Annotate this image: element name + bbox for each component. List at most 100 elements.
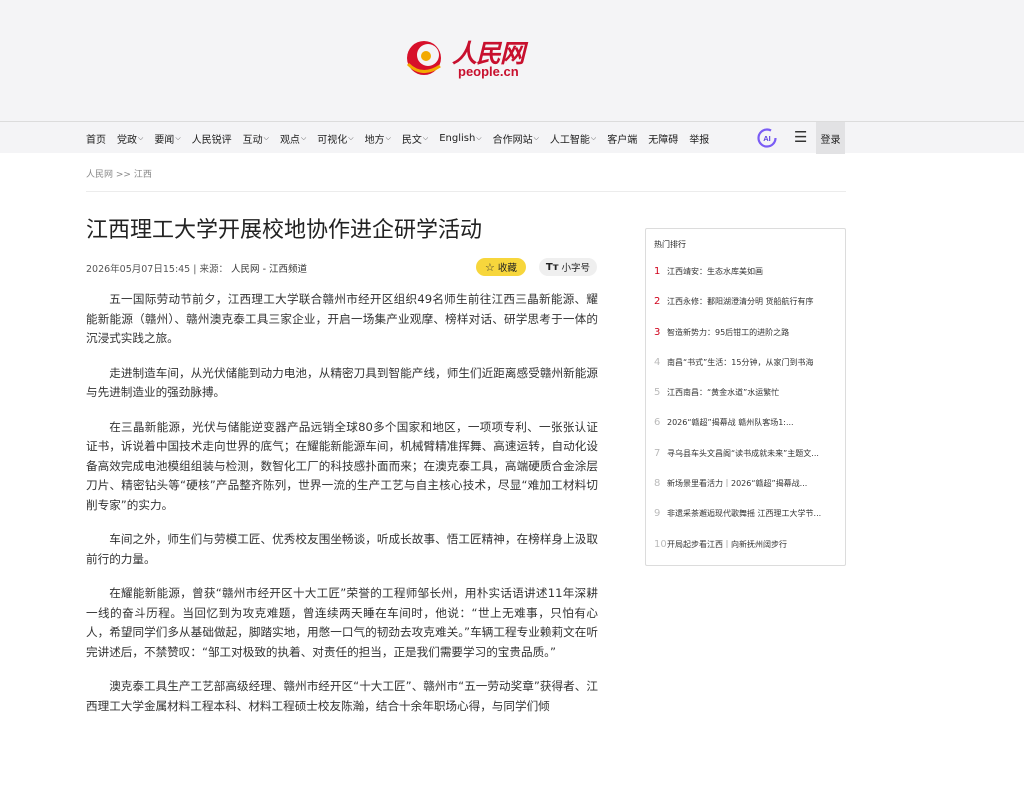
nav-item[interactable]: 互动 ⌵ xyxy=(243,131,269,146)
main-nav: 首页 党政 ⌵ 要闻 ⌵ 人民锐评 互动 ⌵ 观点 ⌵ 可视化 ⌵ 地方 ⌵ 民文 ⌵ English ⌵ 合作网站… xyxy=(0,121,1024,154)
article-datetime: 2026年05月07日15:45 xyxy=(86,264,191,275)
article-paragraph: 五一国际劳动节前夕，江西理工大学联合赣州市经开区组织49名师生前往江西三晶新能源… xyxy=(86,292,598,345)
meta-separator: | xyxy=(193,264,197,275)
rank-item-title: 2026“赣超”揭幕战 赣州队客场1:... xyxy=(667,418,794,428)
rank-number: 5 xyxy=(654,387,661,399)
hot-ranking-panel: 热门排行 1 江西靖安：生态水库美如画 2 江西永修：鄱阳湖澄清分明 货船航行有序 3 智… xyxy=(645,228,846,566)
nav-item-label: 互动 xyxy=(242,134,263,146)
article-paragraph: 走进制造车间，从光伏储能到动力电池，从精密刀具到智能产线，师生们近距离感受赣州新… xyxy=(86,365,598,400)
nav-item-label: 无障碍 xyxy=(648,134,679,146)
article-paragraph: 澳克泰工具生产工艺部高级经理、赣州市经开区“十大工匠”、赣州市“五一劳动奖章”获… xyxy=(86,679,598,713)
nav-item[interactable]: 人工智能 ⌵ xyxy=(550,131,596,146)
hot-ranking-item[interactable]: 1 江西靖安：生态水库美如画 xyxy=(654,266,842,296)
ai-icon: AI xyxy=(757,128,777,148)
rank-number: 8 xyxy=(654,478,661,490)
font-size-button[interactable]: Tт 小字号 xyxy=(539,258,597,276)
favorite-button[interactable]: ☆ 收藏 xyxy=(476,258,526,276)
rank-item-title: 南昌“书式”生活：15分钟，从家门到书海 xyxy=(667,357,814,367)
chevron-down-icon: ⌵ xyxy=(175,133,181,142)
logo-english-text: people.cn xyxy=(458,64,519,79)
hot-ranking-item[interactable]: 4 南昌“书式”生活：15分钟，从家门到书海 xyxy=(654,357,842,387)
nav-item[interactable]: 首页 xyxy=(86,131,106,146)
article-paragraph: 车间之外，师生们与劳模工匠、优秀校友围坐畅谈，听成长故事、悟工匠精神，在榜样身上… xyxy=(86,532,598,566)
nav-item[interactable]: 可视化 ⌵ xyxy=(317,131,353,146)
hot-ranking-item[interactable]: 10 开局起步看江西｜向新抚州阔步行 xyxy=(654,539,842,569)
nav-item-label: 人工智能 xyxy=(549,134,590,146)
hot-ranking-item[interactable]: 8 新场景里看活力｜2026“赣超”揭幕战... xyxy=(654,478,842,508)
article-meta: 2026年05月07日15:45 | 来源： 人民网 - 江西频道 xyxy=(86,261,307,275)
chevron-down-icon: ⌵ xyxy=(385,133,391,142)
hot-ranking-item[interactable]: 2 江西永修：鄱阳湖澄清分明 货船航行有序 xyxy=(654,296,842,326)
nav-item[interactable]: 客户端 xyxy=(607,131,637,146)
nav-item-label: 合作网站 xyxy=(492,134,533,146)
rank-number: 4 xyxy=(654,356,661,368)
hot-ranking-item[interactable]: 6 2026“赣超”揭幕战 赣州队客场1:... xyxy=(654,417,842,447)
article-paragraph: 在三晶新能源，光伏与储能逆变器产品远销全球80多个国家和地区，一项项专利、一张张… xyxy=(86,419,598,512)
breadcrumb: 人民网 >> 江西 xyxy=(86,167,152,180)
nav-items: 首页 党政 ⌵ 要闻 ⌵ 人民锐评 互动 ⌵ 观点 ⌵ 可视化 ⌵ 地方 ⌵ 民文 ⌵ English ⌵ 合作网站… xyxy=(86,122,720,154)
breadcrumb-divider xyxy=(86,191,846,192)
nav-item[interactable]: 举报 xyxy=(689,131,709,146)
article-body: 五一国际劳动节前夕，江西理工大学联合赣州市经开区组织49名师生前往江西三晶新能源… xyxy=(86,290,598,731)
rank-item-title: 寻乌县车头文昌阁“读书成就未来”主题文... xyxy=(667,448,819,458)
rank-number: 9 xyxy=(654,508,661,520)
article-paragraph: 在耀能新能源，曾获“赣州市经开区十大工匠”荣誉的工程师邹长州，用朴实话语讲述11… xyxy=(86,586,598,659)
nav-item[interactable]: 党政 ⌵ xyxy=(117,131,143,146)
breadcrumb-separator: >> xyxy=(115,170,131,180)
rank-item-title: 江西靖安：生态水库美如画 xyxy=(667,267,763,276)
nav-item[interactable]: 观点 ⌵ xyxy=(280,131,306,146)
rank-item-title: 江西永修：鄱阳湖澄清分明 货船航行有序 xyxy=(667,297,814,307)
nav-item-label: 地方 xyxy=(364,134,385,146)
hot-ranking-item[interactable]: 7 寻乌县车头文昌阁“读书成就未来”主题文... xyxy=(654,448,842,478)
svg-text:AI: AI xyxy=(763,134,771,143)
ai-assistant-button[interactable]: AI xyxy=(756,127,778,149)
people-logo-icon xyxy=(406,41,441,75)
nav-item-label: English xyxy=(439,132,476,144)
chevron-down-icon: ⌵ xyxy=(263,133,269,142)
rank-number: 2 xyxy=(654,296,661,308)
font-size-icon: Tт xyxy=(545,261,559,273)
nav-item[interactable]: 地方 ⌵ xyxy=(365,131,391,146)
rank-number: 3 xyxy=(654,326,661,338)
hot-ranking-item[interactable]: 5 江西南昌：“黄金水道”水运繁忙 xyxy=(654,387,842,417)
login-button[interactable]: 登录 xyxy=(816,122,845,154)
rank-item-title: 新场景里看活力｜2026“赣超”揭幕战... xyxy=(667,479,808,489)
rank-number: 7 xyxy=(654,447,661,459)
nav-item[interactable]: English ⌵ xyxy=(439,133,481,144)
nav-item-label: 观点 xyxy=(279,134,300,146)
favorite-label: 收藏 xyxy=(497,263,517,274)
chevron-down-icon: ⌵ xyxy=(348,133,354,142)
star-icon: ☆ xyxy=(485,260,495,274)
chevron-down-icon: ⌵ xyxy=(476,133,482,142)
site-logo[interactable]: 人民网 people.cn xyxy=(402,34,532,84)
chevron-down-icon: ⌵ xyxy=(300,133,307,142)
breadcrumb-section-link[interactable]: 江西 xyxy=(134,170,152,180)
source-label: 来源： xyxy=(199,264,229,275)
rank-item-title: 开局起步看江西｜向新抚州阔步行 xyxy=(667,539,787,549)
nav-item-label: 客户端 xyxy=(607,134,638,146)
nav-item-label: 民文 xyxy=(401,134,422,146)
rank-number: 10 xyxy=(654,538,667,550)
rank-item-title: 非遗采茶邂逅现代歌舞摇 江西理工大学节... xyxy=(667,509,822,519)
site-header: 人民网 people.cn xyxy=(0,0,1024,121)
rank-number: 6 xyxy=(654,417,661,429)
nav-item[interactable]: 民文 ⌵ xyxy=(402,131,428,146)
nav-item-label: 要闻 xyxy=(154,134,175,146)
chevron-down-icon: ⌵ xyxy=(422,133,429,142)
article-source-link[interactable]: 人民网 - 江西频道 xyxy=(231,264,307,275)
chevron-down-icon: ⌵ xyxy=(533,133,539,142)
menu-icon[interactable]: ☰ xyxy=(794,128,807,146)
nav-item[interactable]: 无障碍 xyxy=(648,131,678,146)
hot-ranking-item[interactable]: 3 智造新势力：95后钳工的进阶之路 xyxy=(654,327,842,357)
nav-item-label: 举报 xyxy=(689,134,710,146)
breadcrumb-home-link[interactable]: 人民网 xyxy=(86,170,113,180)
nav-item[interactable]: 要闻 ⌵ xyxy=(154,131,180,146)
hot-ranking-item[interactable]: 9 非遗采茶邂逅现代歌舞摇 江西理工大学节... xyxy=(654,508,842,538)
nav-item[interactable]: 合作网站 ⌵ xyxy=(493,131,539,146)
article-title: 江西理工大学开展校地协作进企研学活动 xyxy=(86,218,483,243)
nav-item-label: 首页 xyxy=(86,134,106,146)
nav-item-label: 党政 xyxy=(117,134,137,146)
nav-item[interactable]: 人民锐评 xyxy=(192,131,232,146)
font-size-label: 小字号 xyxy=(561,263,591,274)
rank-item-title: 智造新势力：95后钳工的进阶之路 xyxy=(667,327,790,337)
